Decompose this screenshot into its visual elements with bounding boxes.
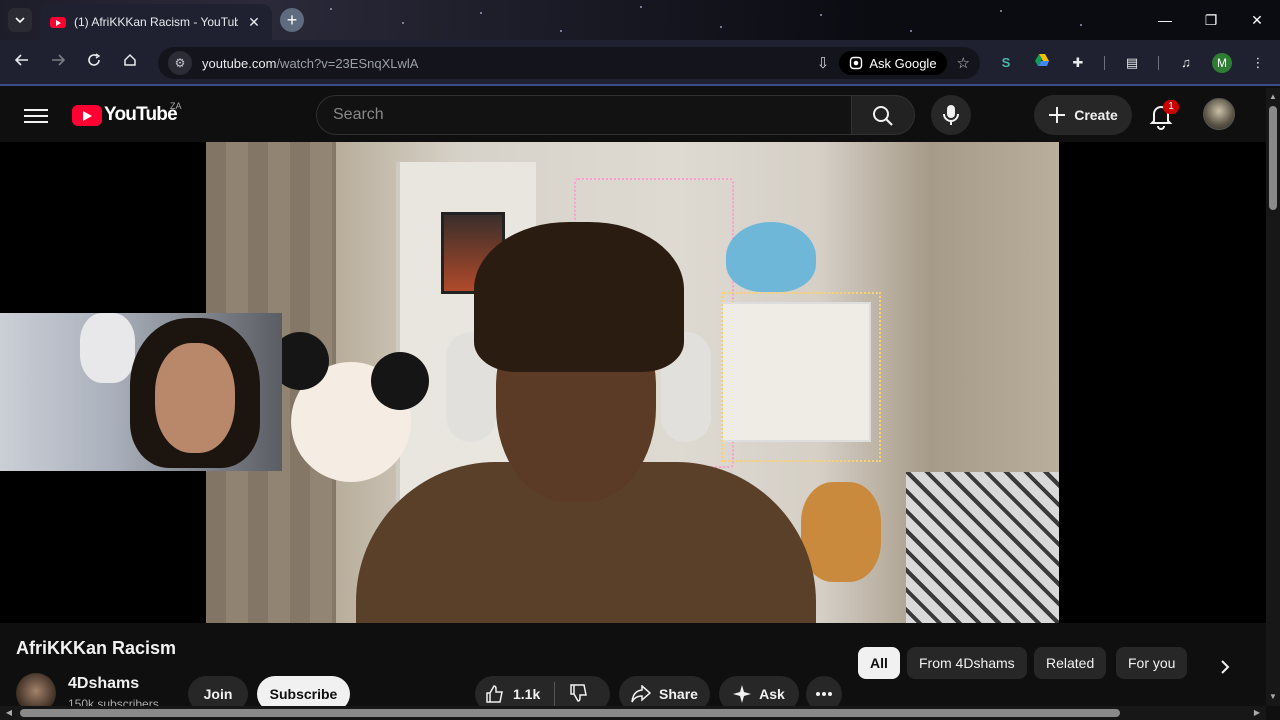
scroll-right-arrow[interactable]: ▶: [1250, 706, 1264, 720]
menu-icon[interactable]: [24, 105, 48, 125]
restore-button[interactable]: ❐: [1196, 6, 1226, 34]
country-code: ZA: [170, 101, 182, 111]
youtube-wordmark: YouTube: [104, 104, 178, 125]
mickey-plush: [271, 332, 429, 482]
account-avatar[interactable]: [1203, 98, 1235, 130]
more-icon: [816, 692, 832, 696]
chip-from-channel[interactable]: From 4Dshams: [907, 647, 1027, 679]
minimize-button[interactable]: —: [1150, 6, 1180, 34]
back-button[interactable]: [9, 50, 35, 76]
vertical-scroll-thumb[interactable]: [1269, 106, 1277, 210]
channel-name[interactable]: 4Dshams: [68, 675, 139, 693]
notification-badge: 1: [1163, 100, 1179, 114]
scroll-left-arrow[interactable]: ◀: [2, 706, 16, 720]
search-box: [316, 95, 852, 135]
lens-icon: [850, 56, 863, 70]
reaction-cam-overlay: [0, 313, 282, 471]
window-close-button[interactable]: ✕: [1242, 6, 1272, 34]
home-button[interactable]: [117, 50, 143, 76]
profile-avatar[interactable]: M: [1212, 53, 1232, 73]
create-button[interactable]: Create: [1034, 95, 1132, 135]
tab-search-dropdown[interactable]: [8, 8, 32, 32]
install-app-icon[interactable]: ⇩: [817, 54, 830, 72]
ask-google-label: Ask Google: [869, 55, 937, 71]
search-button[interactable]: [851, 95, 915, 135]
chip-for-you[interactable]: For you: [1116, 647, 1188, 679]
chevron-down-icon: [15, 17, 25, 24]
youtube-play-icon: [72, 104, 102, 126]
dislike-button[interactable]: [569, 683, 589, 706]
youtube-logo[interactable]: YouTube: [72, 104, 178, 126]
chrome-menu-icon[interactable]: ⋮: [1247, 52, 1269, 74]
reload-icon: [88, 53, 101, 66]
mic-icon: [943, 105, 959, 125]
ask-label: Ask: [759, 686, 785, 702]
extensions-puzzle-icon[interactable]: ✚: [1067, 52, 1089, 74]
address-bar[interactable]: ⚙ youtube.com/watch?v=23ESnqXLwlA ⇩ Ask …: [158, 47, 980, 79]
url-text[interactable]: youtube.com/watch?v=23ESnqXLwlA: [202, 56, 807, 71]
like-button[interactable]: 1.1k: [485, 684, 540, 704]
search-icon: [873, 106, 893, 126]
penguin-plush: [726, 222, 816, 292]
new-tab-button[interactable]: +: [280, 8, 304, 32]
ask-google-button[interactable]: Ask Google: [839, 51, 947, 75]
chevron-right-icon: [1221, 660, 1230, 674]
chips-next-button[interactable]: [1212, 656, 1238, 682]
scroll-down-arrow[interactable]: ▼: [1266, 690, 1280, 704]
url-path: /watch?v=23ESnqXLwlA: [276, 55, 419, 71]
arrow-right-icon: [52, 54, 66, 66]
tab-youtube[interactable]: (1) AfriKKKan Racism - YouTube ✕: [40, 4, 272, 40]
toolbar-divider: [1104, 56, 1105, 70]
home-icon: [124, 53, 136, 66]
person-hair: [474, 222, 684, 372]
scroll-up-arrow[interactable]: ▲: [1266, 90, 1280, 104]
youtube-favicon-icon: [50, 16, 66, 28]
voice-search-button[interactable]: [931, 95, 971, 135]
site-info-icon[interactable]: ⚙: [168, 51, 192, 75]
drive-icon[interactable]: [1031, 52, 1053, 74]
media-control-icon[interactable]: ♫: [1175, 52, 1197, 74]
extension-s-icon[interactable]: S: [995, 52, 1017, 74]
search-input[interactable]: [333, 96, 851, 134]
bear-plush: [801, 482, 881, 582]
browser-tab-bar: (1) AfriKKKan Racism - YouTube ✕ + — ❐ ✕: [0, 0, 1280, 40]
forward-button[interactable]: [45, 50, 71, 76]
like-count: 1.1k: [513, 686, 541, 702]
reload-button[interactable]: [81, 50, 107, 76]
tab-close-button[interactable]: ✕: [246, 14, 262, 30]
url-host: youtube.com: [202, 55, 277, 71]
chip-related[interactable]: Related: [1034, 647, 1107, 679]
chip-all[interactable]: All: [858, 647, 900, 679]
horizontal-scroll-thumb[interactable]: [20, 709, 1120, 717]
thumbs-up-icon: [486, 685, 503, 703]
sparkle-icon: [733, 685, 752, 703]
video-title: AfriKKKan Racism: [16, 638, 177, 658]
share-icon: [631, 685, 652, 703]
create-label: Create: [1074, 107, 1118, 123]
video-frame[interactable]: [206, 142, 1059, 623]
arrow-left-icon: [14, 54, 28, 66]
tab-title: (1) AfriKKKan Racism - YouTube: [74, 15, 238, 29]
youtube-header: YouTube ZA Create 1: [0, 88, 1266, 142]
video-player[interactable]: [0, 142, 1266, 623]
bookmark-star-icon[interactable]: ☆: [957, 54, 970, 72]
plus-icon: [1049, 107, 1066, 123]
thumbs-down-icon: [570, 683, 588, 702]
share-label: Share: [659, 686, 698, 702]
toolbar-divider: [1158, 56, 1159, 70]
side-panel-icon[interactable]: ▤: [1121, 52, 1143, 74]
browser-toolbar: ⚙ youtube.com/watch?v=23ESnqXLwlA ⇩ Ask …: [0, 40, 1280, 86]
